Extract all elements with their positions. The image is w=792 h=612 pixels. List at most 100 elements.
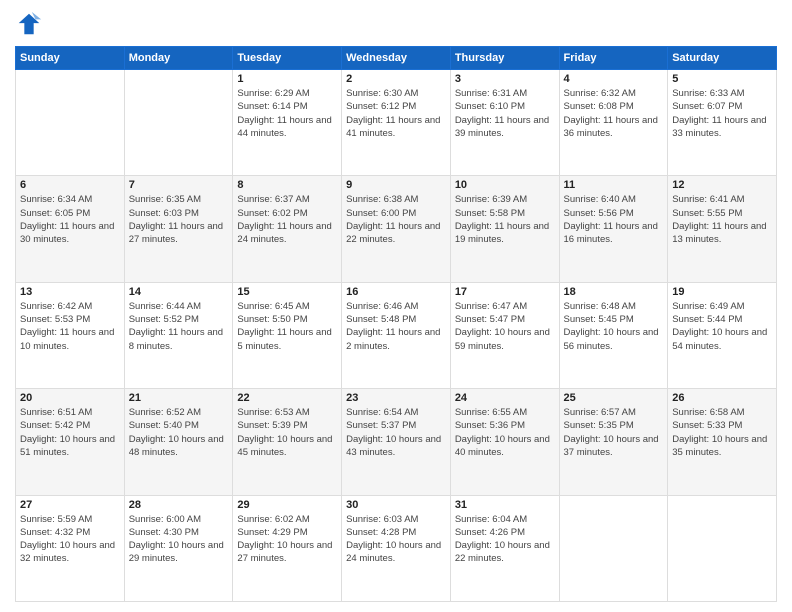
day-number: 22: [237, 392, 337, 404]
day-number: 23: [346, 392, 446, 404]
day-info: Sunrise: 6:48 AMSunset: 5:45 PMDaylight:…: [564, 300, 664, 353]
calendar-cell: 5 Sunrise: 6:33 AMSunset: 6:07 PMDaylight…: [668, 70, 777, 176]
calendar-cell: 18 Sunrise: 6:48 AMSunset: 5:45 PMDayligh…: [559, 282, 668, 388]
page: SundayMondayTuesdayWednesdayThursdayFrid…: [0, 0, 792, 612]
day-number: 1: [237, 73, 337, 85]
day-info: Sunrise: 6:49 AMSunset: 5:44 PMDaylight:…: [672, 300, 772, 353]
calendar-cell: 15 Sunrise: 6:45 AMSunset: 5:50 PMDayligh…: [233, 282, 342, 388]
day-info: Sunrise: 6:03 AMSunset: 4:28 PMDaylight:…: [346, 513, 446, 566]
day-info: Sunrise: 6:52 AMSunset: 5:40 PMDaylight:…: [129, 406, 229, 459]
week-row-4: 20 Sunrise: 6:51 AMSunset: 5:42 PMDayligh…: [16, 389, 777, 495]
day-info: Sunrise: 6:46 AMSunset: 5:48 PMDaylight:…: [346, 300, 446, 353]
weekday-header-monday: Monday: [124, 47, 233, 70]
calendar-table: SundayMondayTuesdayWednesdayThursdayFrid…: [15, 46, 777, 602]
day-number: 8: [237, 179, 337, 191]
week-row-2: 6 Sunrise: 6:34 AMSunset: 6:05 PMDaylight…: [16, 176, 777, 282]
day-info: Sunrise: 6:38 AMSunset: 6:00 PMDaylight:…: [346, 193, 446, 246]
day-number: 16: [346, 286, 446, 298]
week-row-1: 1 Sunrise: 6:29 AMSunset: 6:14 PMDaylight…: [16, 70, 777, 176]
day-number: 4: [564, 73, 664, 85]
day-number: 21: [129, 392, 229, 404]
day-info: Sunrise: 6:37 AMSunset: 6:02 PMDaylight:…: [237, 193, 337, 246]
calendar-cell: 10 Sunrise: 6:39 AMSunset: 5:58 PMDayligh…: [450, 176, 559, 282]
day-number: 11: [564, 179, 664, 191]
day-number: 6: [20, 179, 120, 191]
day-info: Sunrise: 6:35 AMSunset: 6:03 PMDaylight:…: [129, 193, 229, 246]
day-number: 7: [129, 179, 229, 191]
header: [15, 10, 777, 38]
week-row-5: 27 Sunrise: 5:59 AMSunset: 4:32 PMDayligh…: [16, 495, 777, 601]
calendar-cell: 26Sunrise: 6:58 AMSunset: 5:33 PMDayligh…: [668, 389, 777, 495]
day-number: 5: [672, 73, 772, 85]
day-info: Sunrise: 6:41 AMSunset: 5:55 PMDaylight:…: [672, 193, 772, 246]
calendar-cell: 25Sunrise: 6:57 AMSunset: 5:35 PMDayligh…: [559, 389, 668, 495]
logo: [15, 10, 47, 38]
calendar-cell: 24Sunrise: 6:55 AMSunset: 5:36 PMDayligh…: [450, 389, 559, 495]
day-info: Sunrise: 6:44 AMSunset: 5:52 PMDaylight:…: [129, 300, 229, 353]
calendar-cell: 16 Sunrise: 6:46 AMSunset: 5:48 PMDayligh…: [342, 282, 451, 388]
day-info: Sunrise: 6:30 AMSunset: 6:12 PMDaylight:…: [346, 87, 446, 140]
day-number: 14: [129, 286, 229, 298]
day-number: 30: [346, 499, 446, 511]
weekday-header-saturday: Saturday: [668, 47, 777, 70]
day-info: Sunrise: 6:42 AMSunset: 5:53 PMDaylight:…: [20, 300, 120, 353]
day-info: Sunrise: 6:51 AMSunset: 5:42 PMDaylight:…: [20, 406, 120, 459]
calendar-cell: 29Sunrise: 6:02 AMSunset: 4:29 PMDayligh…: [233, 495, 342, 601]
day-info: Sunrise: 6:40 AMSunset: 5:56 PMDaylight:…: [564, 193, 664, 246]
calendar-cell: 14 Sunrise: 6:44 AMSunset: 5:52 PMDayligh…: [124, 282, 233, 388]
day-number: 20: [20, 392, 120, 404]
weekday-header-wednesday: Wednesday: [342, 47, 451, 70]
calendar-cell: 19Sunrise: 6:49 AMSunset: 5:44 PMDayligh…: [668, 282, 777, 388]
day-info: Sunrise: 6:57 AMSunset: 5:35 PMDaylight:…: [564, 406, 664, 459]
day-info: Sunrise: 6:34 AMSunset: 6:05 PMDaylight:…: [20, 193, 120, 246]
day-info: Sunrise: 6:53 AMSunset: 5:39 PMDaylight:…: [237, 406, 337, 459]
calendar-cell: 28 Sunrise: 6:00 AMSunset: 4:30 PMDayligh…: [124, 495, 233, 601]
weekday-header-thursday: Thursday: [450, 47, 559, 70]
calendar-cell: 31Sunrise: 6:04 AMSunset: 4:26 PMDayligh…: [450, 495, 559, 601]
day-number: 9: [346, 179, 446, 191]
day-number: 28: [129, 499, 229, 511]
calendar-cell: 27 Sunrise: 5:59 AMSunset: 4:32 PMDayligh…: [16, 495, 125, 601]
calendar-cell: 3 Sunrise: 6:31 AMSunset: 6:10 PMDaylight…: [450, 70, 559, 176]
calendar-cell: 23Sunrise: 6:54 AMSunset: 5:37 PMDayligh…: [342, 389, 451, 495]
calendar-cell: 1 Sunrise: 6:29 AMSunset: 6:14 PMDaylight…: [233, 70, 342, 176]
logo-icon: [15, 10, 43, 38]
day-number: 12: [672, 179, 772, 191]
day-info: Sunrise: 6:32 AMSunset: 6:08 PMDaylight:…: [564, 87, 664, 140]
day-number: 13: [20, 286, 120, 298]
calendar-cell: 7 Sunrise: 6:35 AMSunset: 6:03 PMDaylight…: [124, 176, 233, 282]
day-number: 17: [455, 286, 555, 298]
day-info: Sunrise: 6:31 AMSunset: 6:10 PMDaylight:…: [455, 87, 555, 140]
week-row-3: 13 Sunrise: 6:42 AMSunset: 5:53 PMDayligh…: [16, 282, 777, 388]
calendar-cell: 21 Sunrise: 6:52 AMSunset: 5:40 PMDayligh…: [124, 389, 233, 495]
day-info: Sunrise: 6:29 AMSunset: 6:14 PMDaylight:…: [237, 87, 337, 140]
day-info: Sunrise: 6:55 AMSunset: 5:36 PMDaylight:…: [455, 406, 555, 459]
day-number: 10: [455, 179, 555, 191]
day-info: Sunrise: 6:00 AMSunset: 4:30 PMDaylight:…: [129, 513, 229, 566]
calendar-cell: 30 Sunrise: 6:03 AMSunset: 4:28 PMDayligh…: [342, 495, 451, 601]
day-info: Sunrise: 6:33 AMSunset: 6:07 PMDaylight:…: [672, 87, 772, 140]
calendar-cell: 4 Sunrise: 6:32 AMSunset: 6:08 PMDaylight…: [559, 70, 668, 176]
calendar-cell: 12 Sunrise: 6:41 AMSunset: 5:55 PMDayligh…: [668, 176, 777, 282]
calendar-cell: 8 Sunrise: 6:37 AMSunset: 6:02 PMDaylight…: [233, 176, 342, 282]
day-number: 15: [237, 286, 337, 298]
day-number: 2: [346, 73, 446, 85]
weekday-header-row: SundayMondayTuesdayWednesdayThursdayFrid…: [16, 47, 777, 70]
day-info: Sunrise: 6:39 AMSunset: 5:58 PMDaylight:…: [455, 193, 555, 246]
calendar-cell: 9 Sunrise: 6:38 AMSunset: 6:00 PMDaylight…: [342, 176, 451, 282]
day-info: Sunrise: 6:58 AMSunset: 5:33 PMDaylight:…: [672, 406, 772, 459]
calendar-cell: 22 Sunrise: 6:53 AMSunset: 5:39 PMDayligh…: [233, 389, 342, 495]
day-info: Sunrise: 6:45 AMSunset: 5:50 PMDaylight:…: [237, 300, 337, 353]
day-number: 3: [455, 73, 555, 85]
day-number: 29: [237, 499, 337, 511]
weekday-header-friday: Friday: [559, 47, 668, 70]
weekday-header-sunday: Sunday: [16, 47, 125, 70]
day-info: Sunrise: 6:47 AMSunset: 5:47 PMDaylight:…: [455, 300, 555, 353]
day-info: Sunrise: 5:59 AMSunset: 4:32 PMDaylight:…: [20, 513, 120, 566]
calendar-cell: 20 Sunrise: 6:51 AMSunset: 5:42 PMDayligh…: [16, 389, 125, 495]
calendar-cell: 17 Sunrise: 6:47 AMSunset: 5:47 PMDayligh…: [450, 282, 559, 388]
day-number: 27: [20, 499, 120, 511]
day-number: 18: [564, 286, 664, 298]
calendar-cell: [559, 495, 668, 601]
calendar-cell: [16, 70, 125, 176]
